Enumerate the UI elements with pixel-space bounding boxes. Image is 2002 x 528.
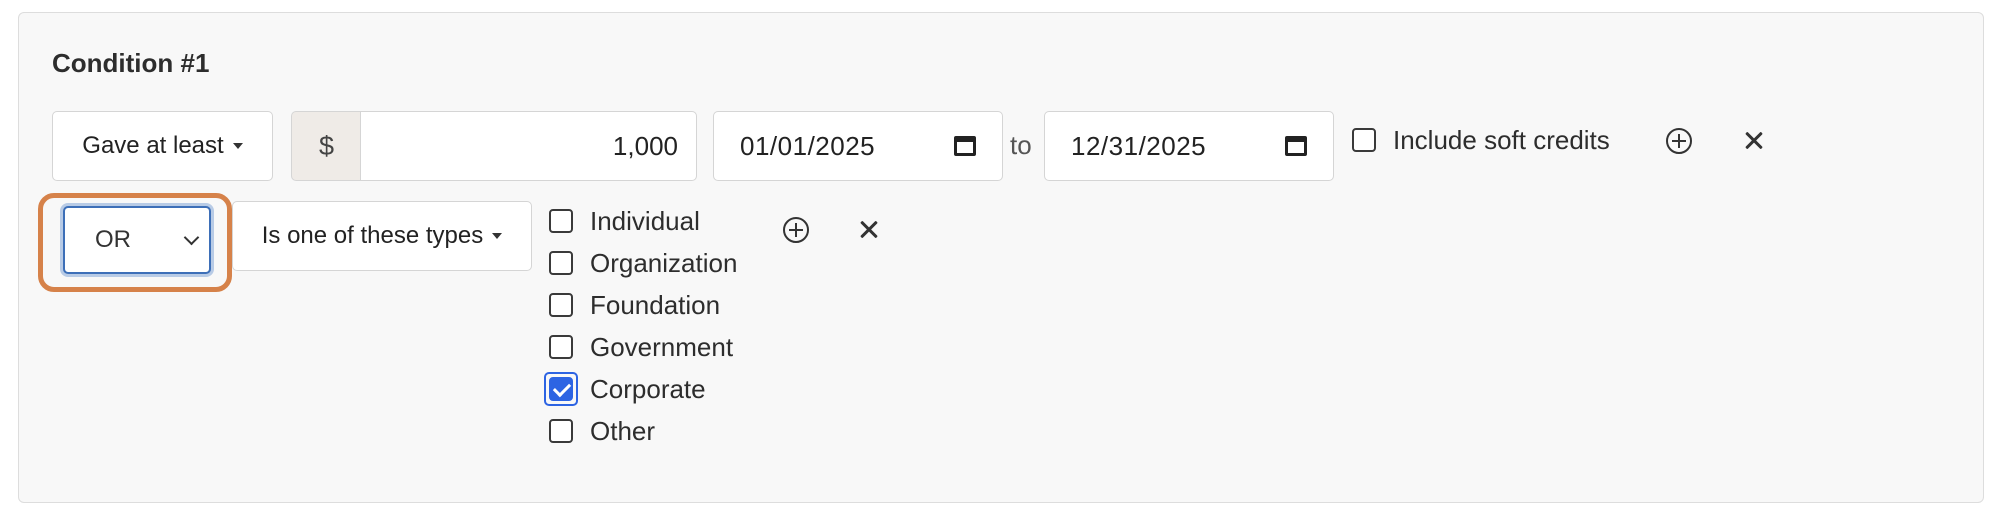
remove-type-condition-button[interactable] <box>858 218 880 240</box>
calendar-icon[interactable] <box>954 136 976 156</box>
add-condition-button[interactable] <box>1666 128 1692 154</box>
type-checkbox-other[interactable] <box>549 419 573 443</box>
logic-operator-value: OR <box>95 226 131 253</box>
type-checkbox-individual[interactable] <box>549 209 573 233</box>
type-label-corporate: Corporate <box>590 374 706 404</box>
type-checkbox-foundation[interactable] <box>549 293 573 317</box>
logic-operator-select[interactable]: OR <box>63 206 211 274</box>
start-date-input[interactable]: 01/01/2025 <box>713 111 1003 181</box>
caret-down-icon <box>232 143 243 149</box>
close-icon <box>1743 129 1765 151</box>
type-label-government: Government <box>590 332 734 362</box>
plus-circle-icon <box>1666 128 1692 154</box>
type-checkbox-organization[interactable] <box>549 251 573 275</box>
remove-condition-button[interactable] <box>1743 129 1765 151</box>
type-label-other: Other <box>590 416 656 446</box>
end-date-value: 12/31/2025 <box>1071 130 1207 161</box>
gift-condition-label: Gave at least <box>82 132 224 159</box>
plus-circle-icon <box>783 217 809 243</box>
type-label-individual: Individual <box>590 206 700 236</box>
currency-addon: $ <box>291 111 361 181</box>
date-range-separator: to <box>1010 130 1032 160</box>
start-date-value: 01/01/2025 <box>740 130 876 161</box>
chevron-down-icon <box>183 229 200 246</box>
type-checkbox-corporate[interactable] <box>549 377 573 401</box>
end-date-input[interactable]: 12/31/2025 <box>1044 111 1334 181</box>
amount-input[interactable] <box>360 111 697 181</box>
condition-title: Condition #1 <box>52 48 210 78</box>
type-checkbox-government[interactable] <box>549 335 573 359</box>
caret-down-icon <box>492 233 503 239</box>
calendar-icon[interactable] <box>1285 136 1307 156</box>
soft-credits-checkbox[interactable] <box>1352 128 1376 152</box>
type-label-foundation: Foundation <box>590 290 721 320</box>
add-type-condition-button[interactable] <box>783 217 809 243</box>
gift-condition-dropdown[interactable]: Gave at least <box>52 111 273 181</box>
close-icon <box>858 218 880 240</box>
type-condition-label: Is one of these types <box>261 222 484 249</box>
type-condition-dropdown[interactable]: Is one of these types <box>232 201 532 271</box>
type-label-organization: Organization <box>590 248 738 278</box>
soft-credits-label: Include soft credits <box>1393 125 1610 155</box>
